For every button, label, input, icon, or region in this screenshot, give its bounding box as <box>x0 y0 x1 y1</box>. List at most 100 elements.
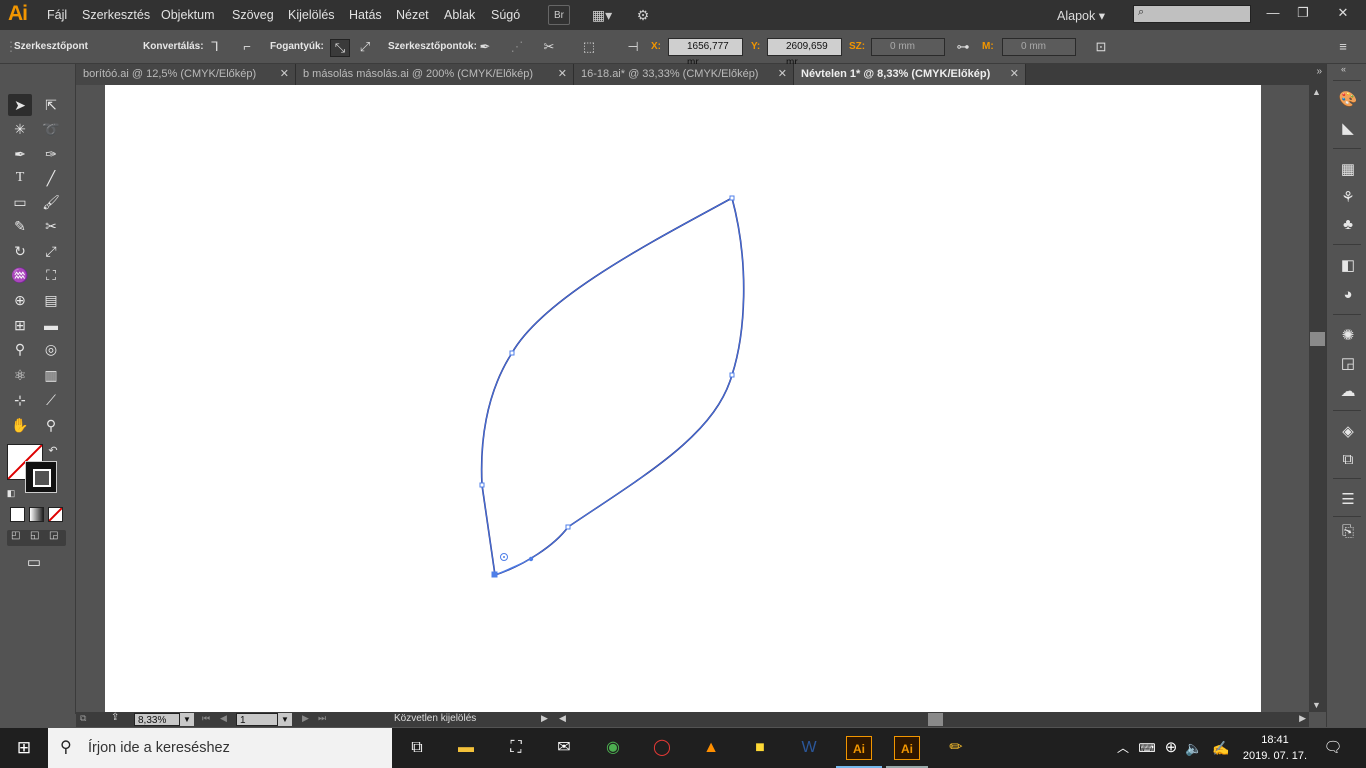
layers-panel-icon[interactable]: ◈ <box>1338 422 1358 442</box>
system-clock[interactable]: 18:41 2019. 07. 17. <box>1240 732 1310 764</box>
default-colors-icon[interactable]: ◧ <box>3 482 19 504</box>
free-transform-tool-icon[interactable]: ⛶ <box>39 264 63 286</box>
status-menu-icon[interactable]: ▶ <box>541 713 548 724</box>
action-center-icon[interactable]: 🗨 <box>1320 736 1346 760</box>
workspace-switcher[interactable]: Alapok ▾ <box>1057 8 1105 23</box>
close-icon[interactable]: ✕ <box>1010 64 1019 85</box>
artboards-panel-icon[interactable]: ⧉ <box>1338 450 1358 470</box>
taskbar-search-box[interactable]: ⚲ Írjon ide a kereséshez <box>48 728 392 768</box>
vertical-scrollbar[interactable]: ▲ ▼ <box>1309 85 1326 712</box>
chrome-icon[interactable]: ◉ <box>600 736 626 760</box>
horizontal-scroll-thumb[interactable] <box>928 713 943 726</box>
tab-b-masolas[interactable]: b másolás másolás.ai @ 200% (CMYK/Előkép… <box>296 64 574 85</box>
draw-normal-icon[interactable]: ◰ <box>11 530 20 541</box>
lasso-tool-icon[interactable]: ➰ <box>39 118 63 140</box>
perspective-grid-tool-icon[interactable]: ▤ <box>39 289 63 311</box>
illustrator-taskbar-icon-2[interactable]: Ai <box>894 736 920 760</box>
hand-tool-icon[interactable]: ✋ <box>8 414 32 436</box>
screen-mode-icon[interactable]: ▭ <box>22 552 46 574</box>
task-view-icon[interactable]: ⧉ <box>404 736 430 760</box>
share-icon[interactable]: ⇪ <box>111 712 119 723</box>
collapse-panels-icon[interactable]: « <box>1341 64 1346 74</box>
width-field[interactable]: 0 mm <box>871 38 945 56</box>
zoom-dropdown-icon[interactable]: ▼ <box>180 713 194 726</box>
swap-fill-stroke-icon[interactable]: ↶ <box>44 440 62 462</box>
tab-16-18[interactable]: 16-18.ai* @ 33,33% (CMYK/Előkép) ✕ <box>574 64 794 85</box>
menu-view[interactable]: Nézet <box>396 8 429 22</box>
prev-artboard-icon[interactable]: ◀ <box>220 713 227 724</box>
store-icon[interactable]: ⛶ <box>503 736 529 760</box>
tab-boritoo[interactable]: borítóó.ai @ 12,5% (CMYK/Előkép) ✕ <box>76 64 296 85</box>
illustrator-taskbar-icon[interactable]: Ai <box>846 736 872 760</box>
swatches-panel-icon[interactable]: ▦ <box>1338 160 1358 180</box>
type-tool-icon[interactable]: T <box>8 167 32 189</box>
artboard-tool-icon[interactable]: ⊹ <box>8 389 32 411</box>
connect-endpoints-icon[interactable]: ⋰ <box>508 39 526 55</box>
color-mode-icon[interactable] <box>10 507 25 522</box>
menu-file[interactable]: Fájl <box>47 8 67 22</box>
color-guide-icon[interactable]: ◣ <box>1338 119 1358 139</box>
gradient-panel-icon[interactable]: ◧ <box>1338 256 1358 276</box>
scroll-up-icon[interactable]: ▲ <box>1312 87 1321 97</box>
close-button[interactable]: ✕ <box>1328 2 1358 24</box>
maximize-button[interactable]: ❐ <box>1288 2 1318 24</box>
zoom-field[interactable]: 8,33% <box>134 713 180 726</box>
mesh-tool-icon[interactable]: ⊞ <box>8 314 32 336</box>
windows-start-icon[interactable]: ⊞ <box>11 736 37 760</box>
artboard-dropdown-icon[interactable]: ▼ <box>278 713 292 726</box>
hide-handles-icon[interactable]: ⤢ <box>356 39 374 55</box>
rectangle-tool-icon[interactable]: ▭ <box>8 191 32 213</box>
isolate-icon[interactable]: ⬚ <box>580 39 598 55</box>
pen-tool-icon[interactable]: ✒ <box>8 143 32 165</box>
blend-tool-icon[interactable]: ◎ <box>39 338 63 360</box>
line-tool-icon[interactable]: ╱ <box>39 167 63 189</box>
cut-path-icon[interactable]: ✂ <box>540 39 558 55</box>
artboard[interactable] <box>105 85 1261 712</box>
direct-selection-tool-icon[interactable]: ⇱ <box>39 94 63 116</box>
opera-icon[interactable]: ◯ <box>649 736 675 760</box>
magic-wand-tool-icon[interactable]: ✳ <box>8 118 32 140</box>
input-indicator-icon[interactable]: ⌨ <box>1134 736 1160 760</box>
menu-select[interactable]: Kijelölés <box>288 8 335 22</box>
paintbrush-tool-icon[interactable]: 🖌 <box>39 191 63 213</box>
scroll-left-icon[interactable]: ◀ <box>559 713 566 724</box>
slice-tool-icon[interactable]: ⟋ <box>39 389 63 411</box>
warp-tool-icon[interactable]: ♒ <box>8 264 32 286</box>
menu-type[interactable]: Szöveg <box>232 8 274 22</box>
scroll-right-icon[interactable]: ▶ <box>1299 713 1306 724</box>
show-hidden-icons[interactable]: ︿ <box>1110 736 1136 760</box>
first-artboard-icon[interactable]: ⏮ <box>202 713 210 724</box>
graphic-styles-icon[interactable]: ◲ <box>1338 354 1358 374</box>
menu-help[interactable]: Súgó <box>491 8 520 22</box>
column-graph-tool-icon[interactable]: ▥ <box>39 364 63 386</box>
leaf-path-drawing[interactable] <box>105 85 1261 712</box>
align-icon[interactable]: ⊣ <box>624 39 642 55</box>
help-search-input[interactable]: ⌕ <box>1133 5 1251 23</box>
tab-nevtelen-1[interactable]: Névtelen 1* @ 8,33% (CMYK/Előkép) ✕ <box>794 64 1026 85</box>
last-artboard-icon[interactable]: ⏭ <box>318 713 326 724</box>
pencil-app-icon[interactable]: ✏ <box>943 736 969 760</box>
word-icon[interactable]: W <box>796 736 822 760</box>
show-handles-icon[interactable]: ⤡ <box>330 39 350 57</box>
sticky-notes-icon[interactable]: ■ <box>747 736 773 760</box>
appearance-panel-icon[interactable]: ✺ <box>1338 326 1358 346</box>
panel-menu-icon[interactable]: ≡ <box>1334 39 1352 55</box>
close-icon[interactable]: ✕ <box>280 64 289 85</box>
scale-tool-icon[interactable]: ⤢ <box>39 240 63 262</box>
pencil-tool-icon[interactable]: ✎ <box>8 215 32 237</box>
gpu-performance-icon[interactable]: ⚙ <box>632 5 654 25</box>
link-constrain-icon[interactable]: ⊶ <box>954 39 972 55</box>
cc-libraries-icon[interactable]: ⧉ <box>80 713 86 724</box>
links-panel-icon[interactable]: ⎘ <box>1338 522 1358 542</box>
cc-libraries-panel-icon[interactable]: ☁ <box>1338 382 1358 402</box>
gradient-tool-icon[interactable]: ▬ <box>39 314 63 336</box>
none-mode-icon[interactable] <box>48 507 63 522</box>
height-field[interactable]: 0 mm <box>1002 38 1076 56</box>
close-icon[interactable]: ✕ <box>558 64 567 85</box>
scissors-tool-icon[interactable]: ✂ <box>39 215 63 237</box>
rotate-tool-icon[interactable]: ↻ <box>8 240 32 262</box>
scroll-down-icon[interactable]: ▼ <box>1312 700 1321 710</box>
file-explorer-icon[interactable]: ▬ <box>453 736 479 760</box>
color-panel-icon[interactable]: 🎨 <box>1338 90 1358 110</box>
eyedropper-tool-icon[interactable]: ⚲ <box>8 338 32 360</box>
